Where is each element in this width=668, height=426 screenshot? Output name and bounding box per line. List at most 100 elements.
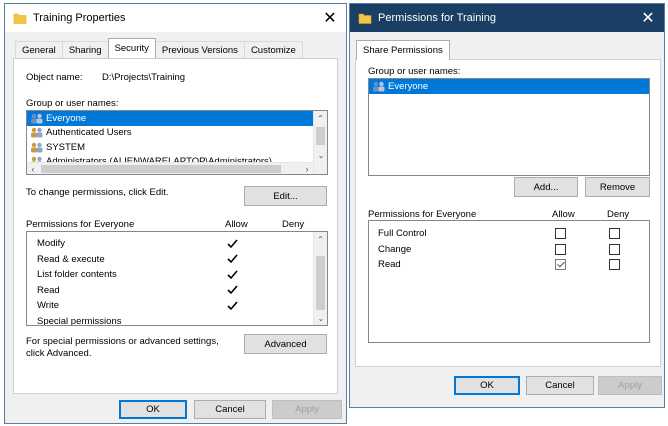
list-item[interactable]: Everyone: [369, 79, 649, 94]
scroll-thumb[interactable]: [316, 256, 325, 310]
scroll-thumb[interactable]: [41, 165, 281, 173]
add-button[interactable]: Add...: [514, 177, 578, 197]
special-permissions-hint-line2: click Advanced.: [26, 348, 92, 359]
tab-previous-versions[interactable]: Previous Versions: [154, 41, 245, 58]
ok-button[interactable]: OK: [454, 376, 520, 395]
user-name: Authenticated Users: [46, 127, 132, 139]
group-label: Group or user names:: [368, 66, 461, 77]
chevron-up-icon[interactable]: ⌃: [314, 111, 327, 125]
tab-general[interactable]: General: [15, 41, 63, 58]
group-label: Group or user names:: [26, 98, 119, 109]
window-title: Training Properties: [33, 12, 126, 24]
permissions-header: Permissions for Everyone: [368, 209, 477, 220]
users-icon: [372, 81, 386, 92]
tab-share-permissions[interactable]: Share Permissions: [356, 40, 450, 60]
tab-security[interactable]: Security: [107, 38, 156, 58]
folder-icon: [13, 11, 27, 25]
users-icon: [30, 127, 44, 138]
permission-row: Special permissions: [27, 314, 327, 326]
object-name-value: D:\Projects\Training: [102, 72, 186, 83]
permission-name: Read: [37, 284, 60, 296]
permission-name: Write: [37, 300, 59, 312]
close-icon[interactable]: ✕: [314, 4, 346, 32]
window-title: Permissions for Training: [378, 12, 496, 24]
user-list[interactable]: Everyone: [368, 78, 650, 176]
permission-name: Read: [378, 259, 401, 271]
change-allow-checkbox[interactable]: [555, 243, 566, 255]
allow-column-header: Allow: [225, 219, 248, 230]
permission-name: Modify: [37, 238, 65, 250]
apply-button[interactable]: Apply: [598, 376, 662, 395]
permission-name: Special permissions: [37, 315, 122, 326]
chevron-right-icon[interactable]: ›: [301, 163, 313, 174]
users-icon: [30, 142, 44, 153]
close-icon[interactable]: ✕: [632, 4, 664, 32]
apply-button[interactable]: Apply: [272, 400, 342, 419]
permissions-list: Modify Read & execute List folder conten…: [26, 231, 328, 326]
title-bar[interactable]: Training Properties ✕: [5, 4, 346, 32]
checkmark-icon: [227, 254, 238, 265]
ok-button[interactable]: OK: [119, 400, 187, 419]
advanced-button[interactable]: Advanced: [244, 334, 327, 354]
chevron-up-icon[interactable]: ⌃: [314, 232, 327, 246]
permissions-list: Full Control Change Read: [368, 220, 650, 343]
scroll-thumb[interactable]: [316, 127, 325, 145]
folder-icon: [358, 11, 372, 25]
tab-strip: Share Permissions: [356, 40, 450, 60]
training-properties-window: Training Properties ✕ General Sharing Se…: [4, 3, 347, 424]
deny-column-header: Deny: [282, 219, 305, 230]
special-permissions-hint-line1: For special permissions or advanced sett…: [26, 336, 219, 347]
users-icon: [30, 113, 44, 124]
change-permissions-hint: To change permissions, click Edit.: [26, 187, 169, 198]
edit-button[interactable]: Edit...: [244, 186, 327, 206]
permission-row: Read: [27, 283, 327, 299]
change-deny-checkbox[interactable]: [609, 243, 620, 255]
list-item[interactable]: Authenticated Users: [27, 126, 327, 141]
checkmark-icon: [227, 269, 238, 280]
checkmark-icon: [227, 300, 238, 311]
user-name: SYSTEM: [46, 141, 86, 153]
list-item[interactable]: Everyone: [27, 111, 313, 126]
permission-name: List folder contents: [37, 269, 117, 281]
deny-column-header: Deny: [607, 209, 630, 220]
title-bar[interactable]: Permissions for Training ✕: [350, 4, 664, 32]
allow-column-header: Allow: [552, 209, 575, 220]
permission-name: Change: [378, 243, 412, 255]
permission-row: Change: [369, 242, 649, 258]
checkmark-icon: [227, 238, 238, 249]
user-list-hscrollbar[interactable]: ‹ ›: [27, 162, 313, 174]
object-name-label: Object name:: [26, 72, 83, 83]
permission-row: Full Control: [369, 226, 649, 242]
permission-row: Write: [27, 298, 327, 314]
tab-sharing[interactable]: Sharing: [61, 41, 109, 58]
remove-button[interactable]: Remove: [585, 177, 650, 197]
permissions-header: Permissions for Everyone: [26, 219, 135, 230]
permissions-vscrollbar[interactable]: ⌃ ⌄: [313, 232, 327, 325]
user-list[interactable]: Everyone Authenticated Users SYSTEM Admi…: [26, 110, 328, 175]
share-permissions-panel: Group or user names: Everyone Add... Rem…: [355, 59, 661, 367]
user-name: Everyone: [388, 80, 429, 92]
list-item[interactable]: SYSTEM: [27, 140, 327, 155]
chevron-left-icon[interactable]: ‹: [27, 163, 39, 174]
read-deny-checkbox[interactable]: [609, 259, 620, 271]
permission-name: Full Control: [378, 228, 427, 240]
permission-row: Read: [369, 257, 649, 273]
security-panel: Object name: D:\Projects\Training Group …: [13, 58, 338, 394]
permission-row: Modify: [27, 236, 327, 252]
cancel-button[interactable]: Cancel: [526, 376, 594, 395]
chevron-down-icon[interactable]: ⌄: [314, 148, 327, 162]
cancel-button[interactable]: Cancel: [194, 400, 266, 419]
tab-strip: General Sharing Security Previous Versio…: [15, 38, 303, 58]
user-list-vscrollbar[interactable]: ⌃ ⌄: [313, 111, 327, 174]
full-control-allow-checkbox[interactable]: [555, 228, 566, 240]
tab-customize[interactable]: Customize: [243, 41, 303, 58]
permission-row: Read & execute: [27, 252, 327, 268]
chevron-down-icon[interactable]: ⌄: [314, 311, 327, 325]
permission-row: List folder contents: [27, 267, 327, 283]
checkmark-icon: [227, 285, 238, 296]
permission-name: Read & execute: [37, 253, 105, 265]
user-name: Everyone: [46, 112, 87, 124]
full-control-deny-checkbox[interactable]: [609, 228, 620, 240]
permissions-window: Permissions for Training ✕ Share Permiss…: [349, 3, 665, 408]
read-allow-checkbox[interactable]: [555, 259, 566, 271]
